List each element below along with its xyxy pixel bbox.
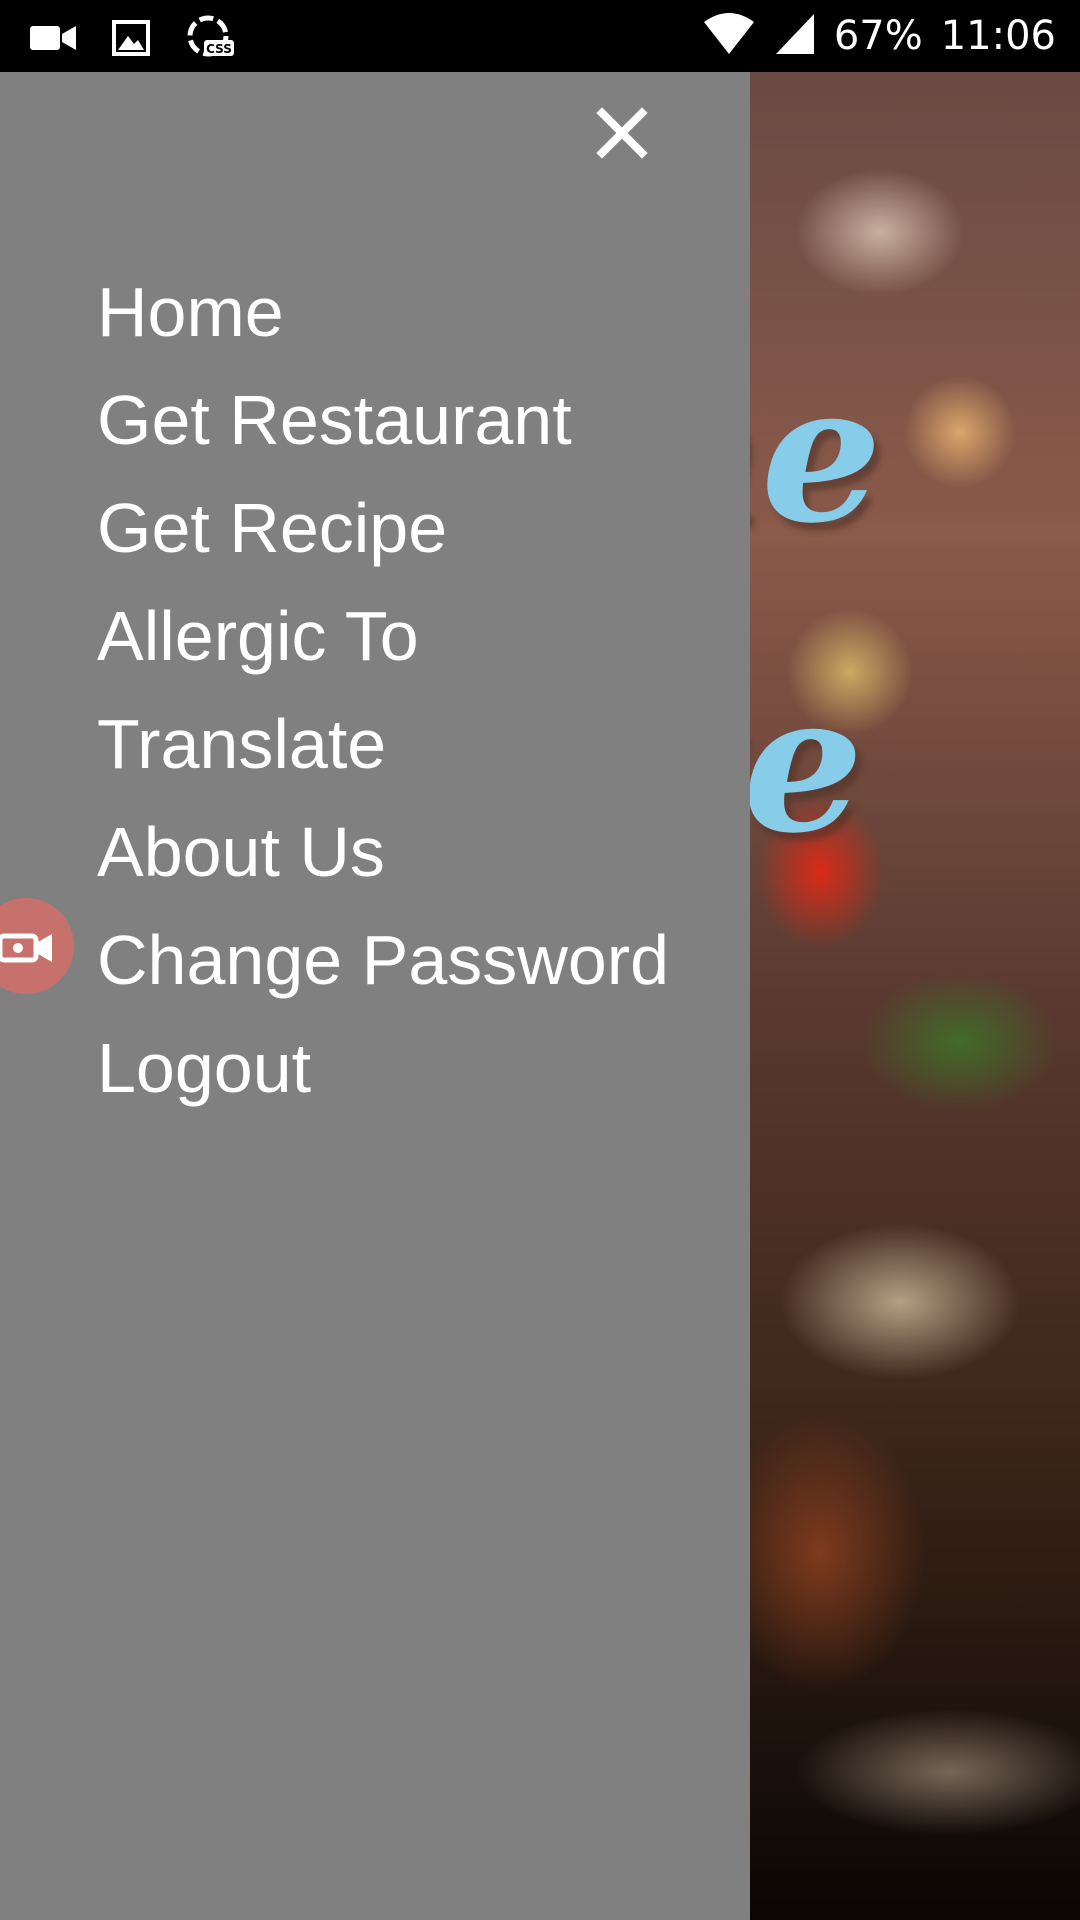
- menu-item-logout[interactable]: Logout: [97, 1014, 669, 1122]
- menu-item-change-password[interactable]: Change Password: [97, 906, 669, 1014]
- menu-item-home[interactable]: Home: [97, 258, 669, 366]
- status-bar-notifications: CSS: [28, 14, 236, 66]
- video-icon: [28, 16, 78, 64]
- image-icon: [112, 18, 150, 62]
- menu-item-get-recipe[interactable]: Get Recipe: [97, 474, 669, 582]
- menu-item-translate[interactable]: Translate: [97, 690, 669, 798]
- css-badge-text: CSS: [206, 42, 232, 56]
- battery-percentage: 67%: [833, 13, 923, 59]
- navigation-drawer: Home Get Restaurant Get Recipe Allergic …: [0, 72, 750, 1920]
- close-drawer-button[interactable]: [585, 96, 659, 170]
- status-bar: CSS 67% 11:06: [0, 0, 1080, 72]
- status-bar-system: 67% 11:06: [702, 0, 1056, 72]
- clock: 11:06: [940, 13, 1056, 59]
- menu-item-about-us[interactable]: About Us: [97, 798, 669, 906]
- wifi-icon: [702, 12, 756, 60]
- menu-item-allergic-to[interactable]: Allergic To: [97, 582, 669, 690]
- signal-icon: [774, 12, 816, 60]
- css-icon: CSS: [184, 14, 236, 66]
- drawer-menu: Home Get Restaurant Get Recipe Allergic …: [97, 258, 669, 1122]
- video-camera-icon: [0, 933, 52, 963]
- close-icon: [596, 107, 648, 159]
- menu-item-get-restaurant[interactable]: Get Restaurant: [97, 366, 669, 474]
